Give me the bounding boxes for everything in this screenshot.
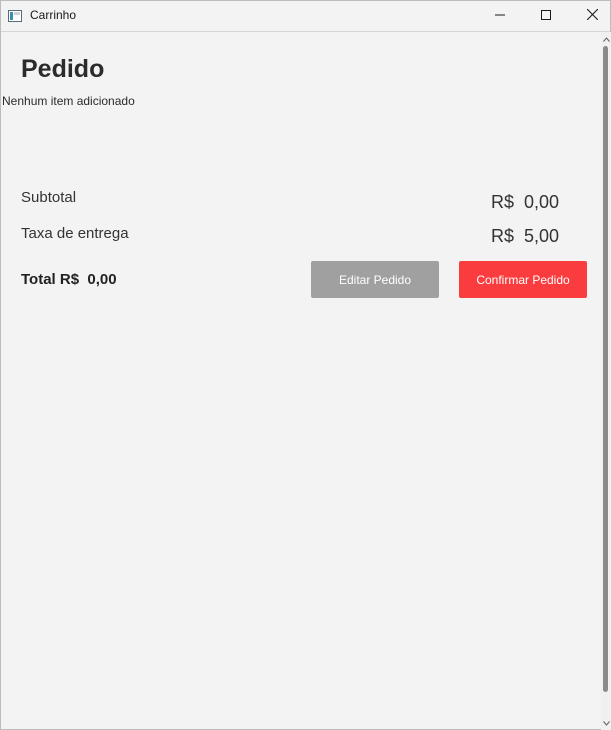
scrollbar-thumb[interactable] [603,46,608,692]
subtotal-value: R$ 0,00 [490,192,559,212]
subtotal-label: Subtotal [21,189,77,206]
app-icon [8,9,22,22]
maximize-button[interactable] [523,1,569,31]
page-title: Pedido [21,55,105,83]
vertical-scrollbar[interactable] [601,32,611,730]
maximize-icon [541,7,551,25]
edit-order-button[interactable]: Editar Pedido [311,261,439,298]
minimize-button[interactable] [477,1,523,31]
delivery-fee-label: Taxa de entrega [21,225,129,242]
minimize-icon [495,7,505,25]
close-button[interactable] [569,1,611,31]
scroll-down-icon[interactable] [601,718,611,728]
confirm-order-button[interactable]: Confirmar Pedido [459,261,587,298]
scroll-up-icon[interactable] [601,34,611,44]
cart-panel: Pedido Nenhum item adicionado Subtotal R… [1,32,600,730]
app-window: Carrinho Pedido Nenhum item adicionado S… [0,0,611,730]
delivery-fee-value: R$ 5,00 [490,226,559,246]
title-bar[interactable]: Carrinho [1,1,610,32]
window-title: Carrinho [30,8,77,22]
empty-cart-message: Nenhum item adicionado [2,94,135,108]
order-total: Total R$ 0,00 [21,271,117,288]
close-icon [586,7,598,25]
